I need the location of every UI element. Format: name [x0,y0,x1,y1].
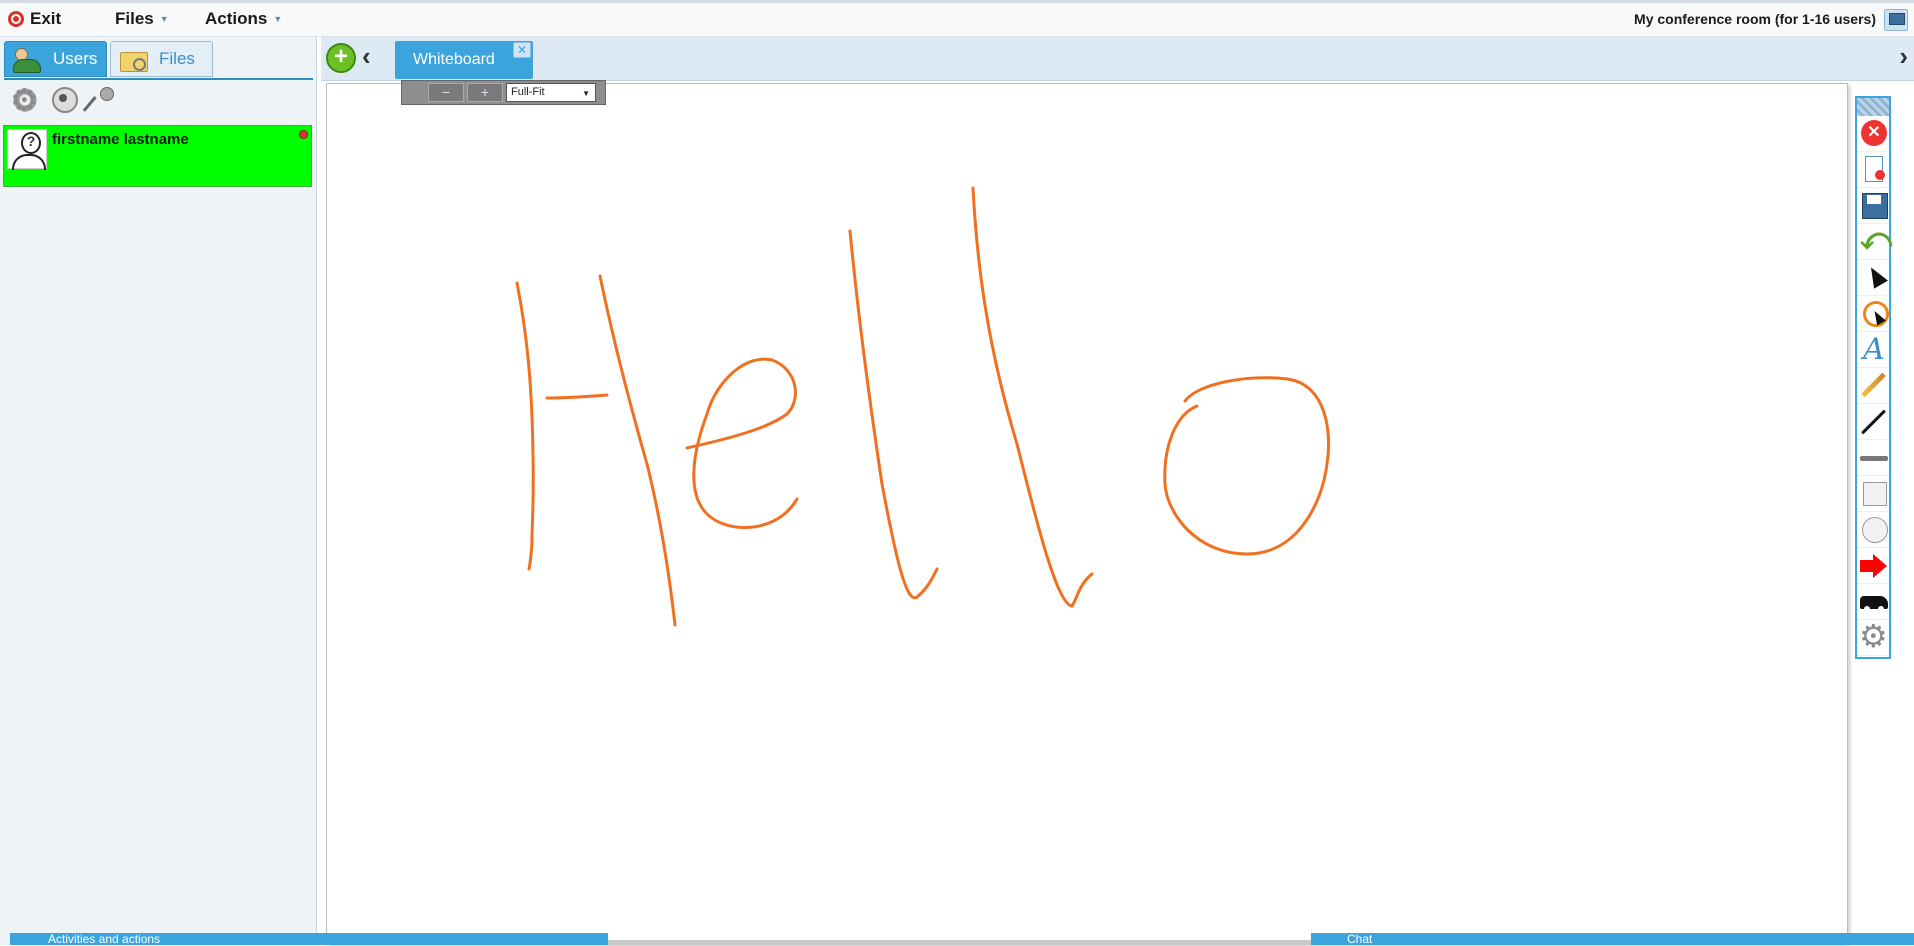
undo-icon[interactable] [1857,222,1892,260]
stroke-l2 [971,186,1094,608]
zoom-toolbar: − + Full-Fit [401,80,606,105]
stroke-h-right [598,274,677,627]
hello-handwriting [515,186,1331,627]
stroke-e [685,357,799,529]
user-list-item[interactable]: firstname lastname [3,125,312,187]
whiteboard-tab-bar: + ‹ Whiteboard ✕ › [321,37,1914,81]
whiteboard-tab-label: Whiteboard [413,51,495,68]
stroke-o [1163,376,1331,556]
room-title: My conference room (for 1-16 users) [1634,11,1876,27]
tab-underline [4,78,313,80]
actions-menu-label: Actions [205,9,268,28]
save-icon[interactable] [1857,188,1889,224]
tab-files-label: Files [159,49,195,68]
users-icon [13,46,43,73]
clipart-icon[interactable] [1857,584,1889,620]
line-icon[interactable] [1857,404,1889,440]
stroke-h-bar [545,393,609,400]
status-icon [299,130,308,139]
tab-users[interactable]: Users [4,41,107,77]
tab-whiteboard[interactable]: Whiteboard ✕ [395,41,533,79]
zoom-in-button[interactable]: + [467,83,503,102]
user-tools [10,81,116,119]
left-panel: Users Files firstname lastname [0,37,317,945]
brush-icon[interactable] [1857,368,1889,404]
exit-menu[interactable]: Exit [8,9,61,29]
arrow-icon[interactable] [1857,548,1889,584]
chevron-down-icon: ▼ [273,14,283,24]
text-icon[interactable] [1857,332,1889,368]
toolbar-drag-handle[interactable] [1857,98,1889,116]
rectangle-icon[interactable] [1857,476,1889,512]
stroke-l1 [848,229,939,600]
chevron-left-icon[interactable]: ‹ [362,41,371,72]
webcam-icon[interactable] [48,85,78,115]
add-whiteboard-button[interactable]: + [326,43,356,73]
activities-panel-header[interactable]: Activities and actions [10,933,608,945]
close-whiteboard-icon[interactable] [1857,116,1889,152]
exit-icon [8,11,24,27]
files-menu-label: Files [115,9,154,28]
stroke-h-left [515,281,535,571]
actions-menu[interactable]: Actions ▼ [205,9,282,29]
chat-label: Chat [1347,933,1373,945]
drawing-layer [515,186,1331,627]
clear-page-icon[interactable] [1857,152,1889,188]
exit-label: Exit [30,9,62,28]
files-menu[interactable]: Files ▼ [115,9,169,29]
bottom-divider [608,940,1311,945]
left-tabs: Users Files [4,41,213,77]
laser-pointer-icon[interactable] [1857,296,1889,332]
gear-icon[interactable] [10,81,40,119]
user-name: firstname lastname [52,131,189,148]
top-menu-bar: Exit Files ▼ Actions ▼ My conference roo… [0,0,1914,37]
pointer-icon[interactable] [1857,260,1889,296]
chevron-right-icon[interactable]: › [1899,41,1908,72]
zoom-out-button[interactable]: − [428,83,464,102]
microphone-icon[interactable] [86,85,116,115]
tab-users-label: Users [53,49,98,68]
whiteboard-toolbar [1855,96,1892,659]
zoom-select[interactable]: Full-Fit [506,83,596,102]
zoom-select-value: Full-Fit [511,86,545,98]
ellipse-icon[interactable] [1857,512,1889,548]
underline-icon[interactable] [1857,440,1889,476]
settings-icon[interactable] [1857,617,1889,656]
activities-label: Activities and actions [48,933,161,945]
close-icon[interactable]: ✕ [513,42,531,58]
chat-panel-header[interactable]: Chat [1311,933,1914,945]
whiteboard-canvas[interactable] [326,83,1848,945]
tab-files[interactable]: Files [110,41,213,77]
chevron-down-icon: ▼ [159,14,169,24]
room-monitor-icon[interactable] [1884,9,1908,31]
folder-icon [119,46,149,72]
avatar [7,129,47,170]
